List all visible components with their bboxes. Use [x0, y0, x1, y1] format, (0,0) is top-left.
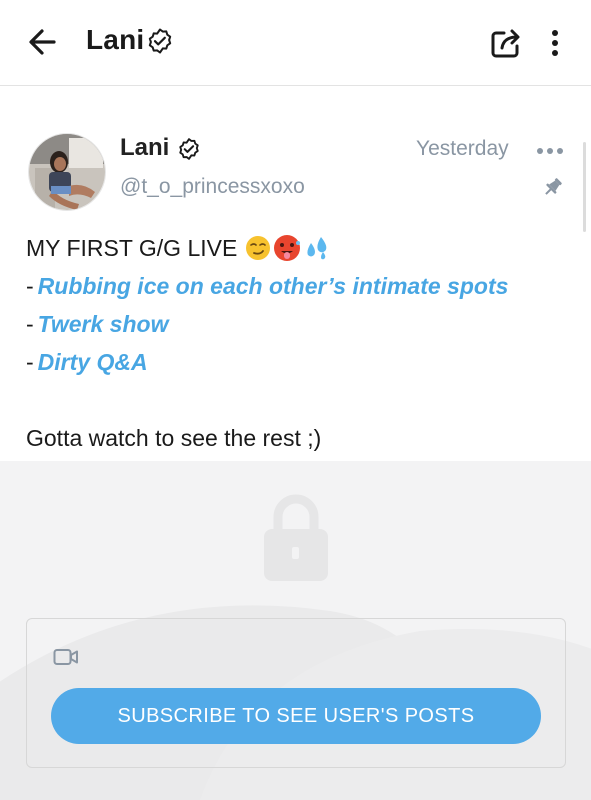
avatar[interactable]: [28, 133, 106, 211]
subscribe-panel: SUBSCRIBE TO SEE USER'S POSTS: [26, 618, 566, 768]
smirking-face-icon: [246, 236, 271, 260]
post-card: Lani @t_o_princessxoxo Yesterday MY FIRS…: [0, 87, 591, 461]
header-title-group: Lani: [86, 24, 174, 56]
closing-text: Gotta watch to see the rest ;): [26, 425, 322, 451]
pin-icon: [545, 178, 562, 195]
avatar-image: [29, 134, 105, 210]
post-line-title: MY FIRST G/G LIVE: [26, 229, 508, 267]
scrollbar[interactable]: [583, 142, 586, 232]
page-title: Lani: [86, 24, 145, 55]
more-horizontal-icon[interactable]: [536, 147, 564, 155]
bullet-text-2: Twerk show: [37, 311, 169, 337]
more-vertical-icon[interactable]: [545, 26, 565, 60]
lock-icon: [264, 494, 328, 581]
video-camera-icon: [53, 649, 78, 665]
bullet-dash: -: [26, 349, 34, 375]
locked-content: SUBSCRIBE TO SEE USER'S POSTS: [0, 461, 591, 800]
top-bar: Lani: [0, 0, 591, 86]
verified-badge-icon: [149, 28, 172, 54]
verified-badge-icon: [179, 138, 200, 160]
hot-face-icon: [274, 235, 301, 261]
post-line-closing: Gotta watch to see the rest ;): [26, 419, 508, 457]
arrow-left-icon[interactable]: [24, 26, 60, 58]
post-line-bullet-1: - Rubbing ice on each other’s intimate s…: [26, 267, 508, 305]
sweat-droplets-icon: [307, 237, 327, 260]
subscribe-button[interactable]: SUBSCRIBE TO SEE USER'S POSTS: [51, 688, 541, 744]
bullet-dash: -: [26, 311, 34, 337]
bullet-text-1: Rubbing ice on each other’s intimate spo…: [37, 273, 509, 299]
post-text: MY FIRST G/G LIVE - Rubbing ice on each …: [26, 229, 508, 457]
bullet-text-3: Dirty Q&A: [37, 349, 148, 375]
author-name[interactable]: Lani: [120, 134, 169, 162]
share-icon[interactable]: [488, 26, 524, 60]
author-name-row: Lani: [120, 134, 201, 162]
bullet-dash: -: [26, 273, 34, 299]
post-line-bullet-2: - Twerk show: [26, 305, 508, 343]
post-timestamp: Yesterday: [416, 137, 509, 160]
author-handle[interactable]: @t_o_princessxoxo: [120, 175, 305, 199]
post-line-bullet-3: - Dirty Q&A: [26, 343, 508, 381]
post-title-text: MY FIRST G/G LIVE: [26, 235, 238, 261]
